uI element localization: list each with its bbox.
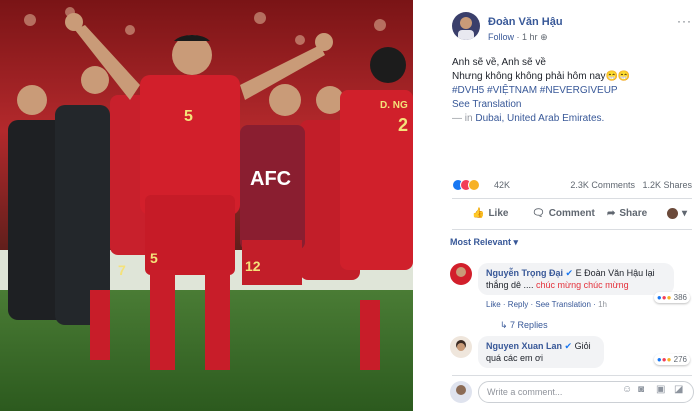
write-comment-row: Write a comment... ☺ ◙ ▣ ◪ — [450, 380, 694, 404]
thumbs-up-icon: 👍 — [472, 208, 485, 219]
like-label: Like — [488, 208, 509, 219]
replies-link[interactable]: ↳ 7 Replies — [500, 320, 548, 331]
comment-text-highlight: chúc mừng chúc mừng — [536, 280, 629, 290]
post-header: Đoàn Văn Hậu Follow · 1 hr ⊕ ··· — [452, 12, 692, 46]
comment-reactions[interactable]: ●●● 386 — [653, 292, 690, 303]
post-time[interactable]: 1 hr — [522, 32, 538, 42]
comment-like-link[interactable]: Like — [486, 300, 501, 309]
commenter-avatar[interactable] — [450, 263, 472, 285]
commenter-name[interactable]: Nguyen Xuan Lan — [486, 341, 562, 351]
follow-link[interactable]: Follow — [488, 32, 514, 42]
comments-count[interactable]: 2.3K Comments — [570, 180, 635, 190]
reactions-bar: 42K 2.3K Comments 1.2K Shares — [452, 179, 692, 193]
divider — [452, 375, 692, 376]
afc-board-text: AFC — [250, 168, 292, 190]
emoji-icon[interactable]: ☺ — [622, 384, 632, 395]
shares-count[interactable]: 1.2K Shares — [642, 180, 692, 190]
jersey-number: 5 — [184, 108, 193, 125]
author-name[interactable]: Đoàn Văn Hậu — [488, 16, 563, 28]
gif-icon[interactable]: ▣ — [656, 384, 665, 395]
location-link[interactable]: Dubai, United Arab Emirates. — [475, 113, 604, 124]
separator — [413, 0, 442, 411]
shorts-number: 5 — [150, 250, 158, 266]
post-caption: Anh sẽ về, Anh sẽ về Nhưng không không p… — [452, 56, 692, 126]
haha-reaction-icon — [468, 179, 480, 191]
stadium-photo — [0, 0, 413, 411]
jersey-number: 2 — [398, 115, 409, 135]
commenter-name[interactable]: Nguyễn Trọng Đại — [486, 268, 563, 278]
audience-selector[interactable]: ▾ — [667, 208, 687, 219]
comment-button[interactable]: 🗨 Comment — [532, 208, 595, 219]
location-prefix: — in — [452, 113, 473, 124]
comment-reply-link[interactable]: Reply — [508, 300, 528, 309]
jersey-name: D. NG — [380, 100, 408, 111]
current-user-avatar[interactable] — [450, 381, 472, 403]
commenter-avatar[interactable] — [450, 336, 472, 358]
post-actions: 👍 Like 🗨 Comment ➦ Share ▾ — [452, 204, 692, 224]
share-button[interactable]: ➦ Share — [607, 208, 647, 219]
comment-filter[interactable]: Most Relevant ▾ — [450, 237, 518, 248]
comment-reaction-count: 386 — [673, 293, 687, 302]
more-options-icon[interactable]: ··· — [677, 14, 692, 28]
comment-item: Nguyễn Trọng Đại ✔ E Đoàn Văn Hậu lại th… — [450, 263, 694, 333]
comment-bubble: Nguyen Xuan Lan ✔ Giỏi quá các em ơi — [478, 336, 604, 368]
filter-label: Most Relevant — [450, 237, 512, 247]
share-icon: ➦ — [607, 208, 616, 219]
see-translation-link[interactable]: See Translation — [452, 98, 692, 112]
engagement-stats: 2.3K Comments 1.2K Shares — [570, 180, 692, 190]
comment-bubble: Nguyễn Trọng Đại ✔ E Đoàn Văn Hậu lại th… — [478, 263, 674, 295]
like-button[interactable]: 👍 Like — [472, 208, 508, 219]
small-avatar-icon — [667, 208, 678, 219]
chevron-down-icon: ▾ — [513, 237, 519, 247]
verified-icon: ✔ — [564, 341, 573, 351]
author-avatar[interactable] — [452, 12, 480, 40]
comment-text: E Đoàn Văn Hậu lại — [575, 268, 655, 278]
divider — [452, 198, 692, 199]
reply-arrow-icon: ↳ — [500, 320, 511, 330]
comment-reaction-count: 276 — [673, 355, 687, 364]
post-panel: Đoàn Văn Hậu Follow · 1 hr ⊕ ··· Anh sẽ … — [442, 0, 700, 411]
camera-icon[interactable]: ◙ — [638, 384, 644, 395]
location-line: — in Dubai, United Arab Emirates. — [452, 112, 692, 126]
comment-reactions[interactable]: ●●● 276 — [653, 354, 690, 365]
comment-meta: Like · Reply · See Translation · 1h — [486, 300, 607, 309]
comment-icon: 🗨 — [532, 208, 545, 219]
chevron-down-icon: ▾ — [682, 208, 688, 219]
shorts-number: 12 — [245, 258, 261, 274]
comment-label: Comment — [548, 208, 595, 219]
divider — [452, 229, 692, 230]
comment-text: thắng dê .... — [486, 280, 537, 290]
comment-translate-link[interactable]: See Translation — [535, 300, 591, 309]
comment-text: các em ơi — [503, 353, 543, 363]
reaction-icons[interactable] — [452, 179, 480, 191]
comment-item: Nguyen Xuan Lan ✔ Giỏi quá các em ơi ●●●… — [450, 336, 694, 370]
replies-count: 7 Replies — [510, 320, 548, 330]
verified-icon: ✔ — [565, 268, 574, 278]
caption-line: Nhưng không không phải hôm nay😁😁 — [452, 71, 631, 82]
reaction-count[interactable]: 42K — [494, 180, 510, 190]
shorts-number: 7 — [118, 262, 126, 278]
globe-icon: ⊕ — [540, 32, 548, 42]
caption-line: Anh sẽ về, Anh sẽ về — [452, 57, 546, 68]
sticker-icon[interactable]: ◪ — [674, 384, 683, 395]
post-meta: Follow · 1 hr ⊕ — [488, 32, 548, 42]
comment-time[interactable]: 1h — [598, 300, 607, 309]
hashtags[interactable]: #DVH5 #VIỆTNAM #NEVERGIVEUP — [452, 84, 692, 98]
share-label: Share — [619, 208, 648, 219]
post-photo[interactable]: AFC 5 5 12 7 D. NG 2 — [0, 0, 413, 411]
